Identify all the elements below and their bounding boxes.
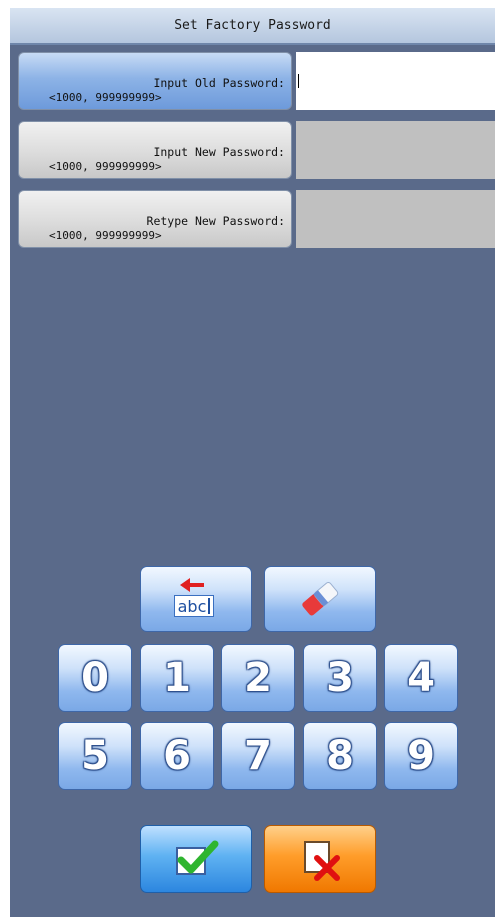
new-password-input[interactable] (296, 121, 495, 179)
cancel-button[interactable] (264, 825, 376, 893)
ok-button[interactable] (140, 825, 252, 893)
dialog-screen: Set Factory Password Input Old Password:… (10, 8, 495, 917)
digit-label: 6 (163, 733, 191, 779)
digit-label: 4 (407, 655, 435, 701)
clear-button[interactable] (264, 566, 376, 632)
eraser-icon (302, 582, 339, 616)
retype-password-range: <1000, 999999999> (49, 229, 162, 242)
digit-key-3[interactable]: 3 (303, 644, 377, 712)
new-password-label: Input New Password: (153, 145, 285, 159)
digit-key-7[interactable]: 7 (221, 722, 295, 790)
checkmark-icon (176, 840, 219, 875)
old-password-label: Input Old Password: (153, 76, 285, 90)
digit-label: 2 (244, 655, 272, 701)
digit-label: 8 (326, 733, 354, 779)
digit-key-4[interactable]: 4 (384, 644, 458, 712)
title-bar: Set Factory Password (10, 8, 495, 45)
new-password-button[interactable]: Input New Password: <1000, 999999999> (18, 121, 292, 179)
backspace-icon: abc (168, 575, 224, 623)
retype-password-label: Retype New Password: (146, 214, 285, 228)
digit-label: 9 (407, 733, 435, 779)
cancel-icon (304, 841, 340, 881)
digit-label: 0 (81, 655, 109, 701)
old-password-button[interactable]: Input Old Password: <1000, 999999999> (18, 52, 292, 110)
backspace-button[interactable]: abc (140, 566, 252, 632)
digit-key-9[interactable]: 9 (384, 722, 458, 790)
retype-password-input[interactable] (296, 190, 495, 248)
digit-label: 7 (244, 733, 272, 779)
digit-key-8[interactable]: 8 (303, 722, 377, 790)
digit-label: 3 (326, 655, 354, 701)
old-password-range: <1000, 999999999> (49, 91, 162, 104)
digit-key-6[interactable]: 6 (140, 722, 214, 790)
digit-label: 5 (81, 733, 109, 779)
digit-key-0[interactable]: 0 (58, 644, 132, 712)
digit-key-2[interactable]: 2 (221, 644, 295, 712)
backspace-text: abc (177, 596, 207, 616)
digit-key-1[interactable]: 1 (140, 644, 214, 712)
text-caret (298, 74, 299, 88)
digit-key-5[interactable]: 5 (58, 722, 132, 790)
digit-label: 1 (163, 655, 191, 701)
retype-password-button[interactable]: Retype New Password: <1000, 999999999> (18, 190, 292, 248)
window-title: Set Factory Password (174, 18, 331, 33)
old-password-input[interactable] (296, 52, 495, 110)
new-password-range: <1000, 999999999> (49, 160, 162, 173)
